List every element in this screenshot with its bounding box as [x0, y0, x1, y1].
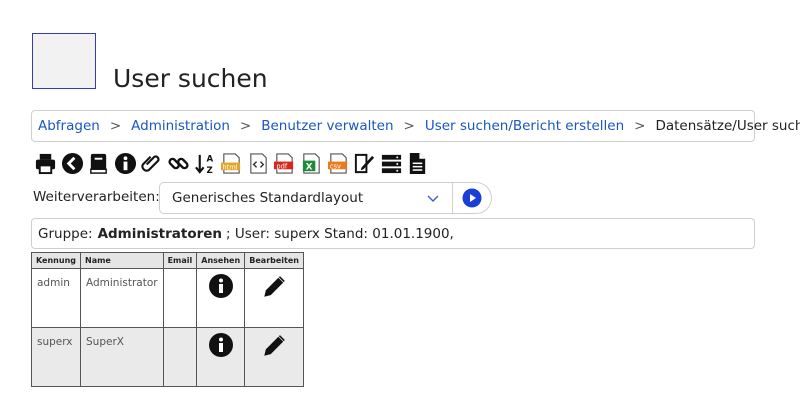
- header-kennung: Kennung: [31, 252, 81, 269]
- app-logo-placeholder: [32, 33, 96, 89]
- table-row: superx SuperX: [31, 327, 304, 387]
- html-export-icon[interactable]: html: [219, 151, 244, 176]
- excel-export-icon[interactable]: X: [299, 151, 324, 176]
- view-cell: [196, 268, 246, 328]
- group-value: Administratoren: [97, 225, 223, 242]
- info-box: Gruppe: Administratoren ; User: superx S…: [31, 218, 755, 249]
- book-icon[interactable]: [86, 151, 111, 176]
- header-email: Email: [162, 252, 198, 269]
- weiterverarbeiten-label: Weiterverarbeiten:: [33, 189, 160, 205]
- breadcrumb-link-user-suchen-bericht[interactable]: User suchen/Bericht erstellen: [425, 118, 624, 134]
- breadcrumb-link-benutzer-verwalten[interactable]: Benutzer verwalten: [261, 118, 393, 134]
- paperclip-icon[interactable]: [139, 151, 164, 176]
- edit-cell: [244, 268, 304, 328]
- print-icon[interactable]: [33, 151, 58, 176]
- group-label: Gruppe:: [38, 225, 93, 242]
- server-icon[interactable]: [379, 151, 404, 176]
- layout-select[interactable]: Generisches Standardlayout: [159, 182, 453, 214]
- edit-cell: [244, 327, 304, 387]
- view-cell: [196, 327, 246, 387]
- code-export-icon[interactable]: [246, 151, 271, 176]
- info-icon[interactable]: [208, 274, 233, 298]
- info-icon[interactable]: [113, 151, 138, 176]
- header-ansehen: Ansehen: [196, 252, 246, 269]
- cell-kennung: admin: [31, 268, 81, 328]
- breadcrumb-separator: >: [239, 118, 252, 134]
- svg-text:html: html: [223, 163, 238, 171]
- svg-text:pdf: pdf: [277, 162, 288, 170]
- header-name: Name: [80, 252, 164, 269]
- document-icon[interactable]: [405, 151, 430, 176]
- cell-kennung: superx: [31, 327, 81, 387]
- go-button[interactable]: [452, 182, 492, 214]
- cell-name: Administrator: [80, 268, 164, 328]
- svg-text:A: A: [206, 154, 213, 164]
- table-header-row: Kennung Name Email Ansehen Bearbeiten: [31, 252, 304, 269]
- sort-alpha-icon[interactable]: AZ: [193, 151, 218, 176]
- cell-email: [162, 327, 198, 387]
- breadcrumb-separator: >: [634, 118, 646, 134]
- svg-text:Z: Z: [206, 166, 212, 175]
- results-table: Kennung Name Email Ansehen Bearbeiten ad…: [31, 252, 304, 387]
- breadcrumb-link-abfragen[interactable]: Abfragen: [38, 118, 100, 134]
- cell-email: [162, 268, 198, 328]
- svg-text:csv: csv: [329, 162, 340, 170]
- svg-text:X: X: [306, 162, 313, 172]
- page-title: User suchen: [113, 64, 268, 93]
- toolbar: AZ html pdf X csv: [33, 150, 432, 176]
- breadcrumb-link-administration[interactable]: Administration: [131, 118, 230, 134]
- breadcrumb-current: Datensätze/User suchen: [655, 118, 800, 134]
- chevron-down-icon: [427, 195, 439, 202]
- back-icon[interactable]: [60, 151, 85, 176]
- breadcrumb: Abfragen > Administration > Benutzer ver…: [31, 110, 800, 142]
- pencil-icon[interactable]: [261, 333, 287, 359]
- layout-select-value: Generisches Standardlayout: [172, 190, 364, 206]
- info-rest: ; User: superx Stand: 01.01.1900,: [226, 225, 454, 242]
- link-icon[interactable]: [166, 151, 191, 176]
- table-row: admin Administrator: [31, 268, 304, 328]
- edit-document-icon[interactable]: [352, 151, 377, 176]
- header-bearbeiten: Bearbeiten: [244, 252, 304, 269]
- play-circle-icon: [462, 188, 481, 208]
- csv-export-icon[interactable]: csv: [326, 151, 351, 176]
- breadcrumb-separator: >: [109, 118, 122, 134]
- pencil-icon[interactable]: [261, 274, 287, 300]
- breadcrumb-separator: >: [403, 118, 415, 134]
- pdf-export-icon[interactable]: pdf: [272, 151, 297, 176]
- info-icon[interactable]: [208, 333, 233, 357]
- cell-name: SuperX: [80, 327, 164, 387]
